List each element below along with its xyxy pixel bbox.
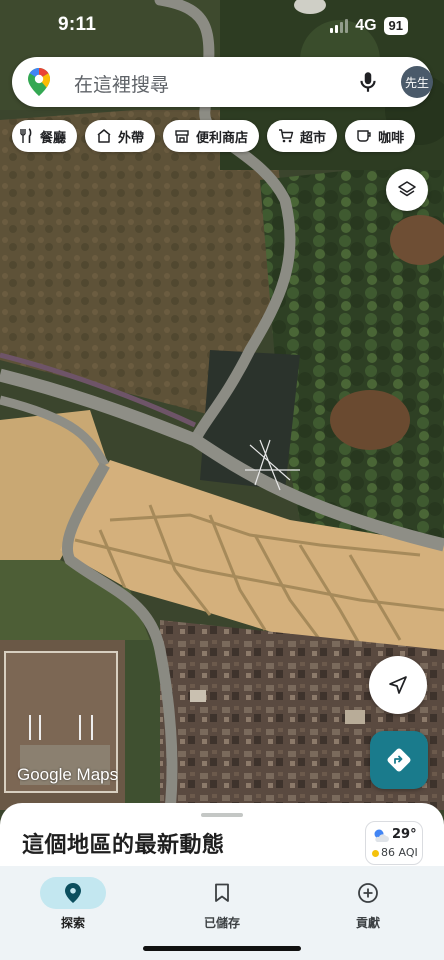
tab-saved[interactable]: 已儲存	[167, 872, 277, 932]
my-location-button[interactable]	[369, 656, 427, 714]
takeout-bag-icon	[97, 129, 111, 143]
tab-label: 已儲存	[203, 916, 240, 930]
location-pin-icon	[65, 883, 81, 903]
network-type: 4G	[355, 17, 377, 34]
shopping-cart-icon	[279, 129, 294, 143]
search-input[interactable]: 在這裡搜尋	[74, 70, 169, 97]
signal-strength-icon	[330, 19, 349, 33]
partly-cloudy-icon	[374, 829, 389, 842]
bookmark-icon	[215, 883, 229, 902]
chip-convenience-store[interactable]: 便利商店	[163, 120, 260, 152]
chip-label: 外帶	[118, 130, 145, 146]
status-bar: 9:11 4G 91	[0, 0, 444, 52]
search-bar[interactable]: 在這裡搜尋 先生	[12, 57, 433, 107]
chip-label: 便利商店	[196, 130, 249, 146]
chip-label: 餐廳	[40, 130, 67, 146]
google-maps-pin-icon	[28, 68, 50, 96]
google-maps-attribution: Google Maps	[17, 765, 119, 784]
chip-label: 超市	[300, 130, 327, 146]
tab-saved-pill	[189, 877, 255, 909]
avatar[interactable]: 先生	[401, 66, 433, 98]
layers-button[interactable]	[386, 169, 428, 211]
chip-restaurants[interactable]: 餐廳	[12, 120, 78, 152]
battery-level: 91	[383, 17, 408, 35]
home-indicator[interactable]	[143, 946, 301, 951]
chip-supermarket[interactable]: 超市	[267, 120, 338, 152]
tab-contribute-pill	[335, 877, 401, 909]
tab-explore[interactable]: 探索	[18, 872, 128, 932]
convenience-store-icon	[175, 130, 189, 143]
tab-label: 貢獻	[355, 916, 380, 930]
fork-knife-icon	[20, 128, 32, 143]
chip-coffee[interactable]: 咖啡	[345, 120, 416, 152]
navigation-arrow-icon	[389, 676, 407, 694]
category-chips: 餐廳 外帶 便利商店 超市 咖啡	[12, 120, 416, 152]
temperature: 29°	[392, 827, 417, 842]
aqi-indicator	[372, 850, 379, 857]
tab-explore-pill	[40, 877, 106, 909]
coffee-cup-icon	[357, 130, 371, 142]
status-time: 9:11	[58, 14, 97, 35]
weather-widget[interactable]: 29° 86 AQI	[365, 821, 423, 865]
aqi-value: 86 AQI	[381, 846, 418, 859]
status-indicators: 4G 91	[330, 16, 408, 36]
directions-icon	[387, 748, 411, 772]
directions-button[interactable]	[370, 731, 428, 789]
sheet-title: 這個地區的最新動態	[22, 833, 225, 858]
bottom-navigation: 探索 已儲存 貢獻	[0, 866, 444, 960]
layers-icon	[398, 181, 416, 197]
bottom-sheet[interactable]: 這個地區的最新動態 29° 86 AQI	[0, 803, 444, 873]
tab-contribute[interactable]: 貢獻	[313, 872, 423, 932]
chip-takeout[interactable]: 外帶	[85, 120, 156, 152]
sheet-drag-handle[interactable]	[201, 813, 243, 817]
chip-label: 咖啡	[378, 130, 405, 146]
tab-label: 探索	[60, 916, 85, 930]
add-circle-icon	[358, 883, 378, 903]
microphone-icon[interactable]	[355, 69, 381, 95]
